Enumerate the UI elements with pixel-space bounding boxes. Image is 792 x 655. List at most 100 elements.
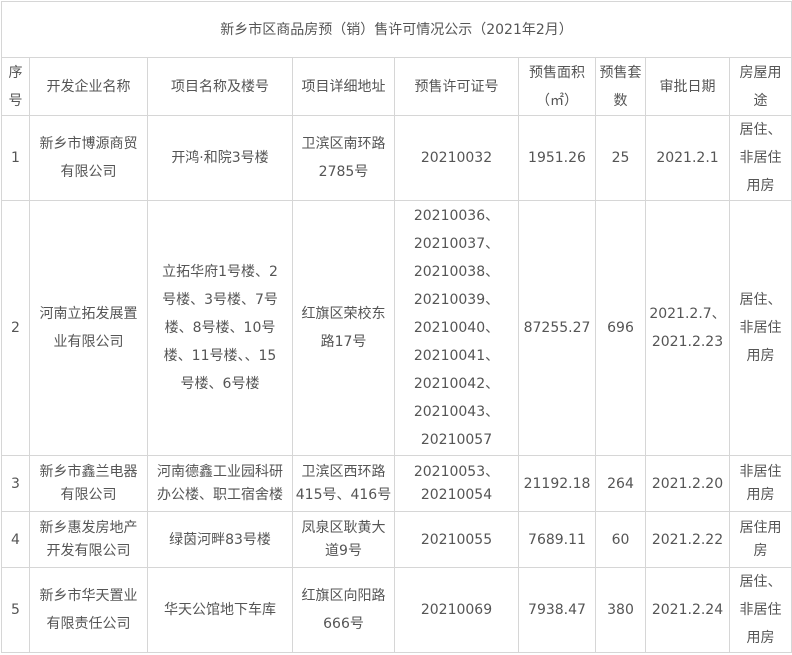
header-area-line: （㎡） <box>536 92 578 109</box>
cell-area: 21192.18 <box>518 455 596 512</box>
cell-line: 666号 <box>323 616 364 632</box>
cell-line: 20210038、 <box>413 264 500 280</box>
cell-line: 非居住 <box>739 150 782 166</box>
header-project: 项目名称及楼号 <box>147 57 293 116</box>
header-address: 项目详细地址 <box>292 57 395 116</box>
header-no-line: 号 <box>8 92 23 109</box>
cell-address: 卫滨区南环路 2785号 <box>292 115 395 201</box>
cell-line: 开鸿·和院3号楼 <box>171 150 269 166</box>
cell-line: 非居住 <box>739 463 782 480</box>
cell-company: 新乡市博源商贸 有限公司 <box>29 115 148 201</box>
cell-project: 华天公馆地下车库 <box>147 567 293 653</box>
cell-line: 立拓华府1号楼、2 <box>162 264 278 280</box>
cell-line: 用房 <box>746 486 775 503</box>
cell-use: 非居住 用房 <box>728 455 792 512</box>
header-units: 预售套 数 <box>595 57 646 116</box>
cell-no: 1 <box>1 115 30 201</box>
cell-line: 20210055 <box>420 531 493 548</box>
cell-line: 非居住 <box>739 320 782 336</box>
cell-line: 红旗区荣校东 <box>301 306 386 322</box>
header-use: 房屋用 途 <box>728 57 792 116</box>
cell-line: 20210057 <box>420 432 493 448</box>
header-area: 预售面积 （㎡） <box>518 57 596 116</box>
cell-line: 20210053、 <box>413 463 500 480</box>
cell-line: 新乡市华天置业 <box>39 588 138 604</box>
cell-line: 有限公司 <box>60 164 117 180</box>
header-units-line: 预售套 <box>599 64 642 81</box>
cell-line: 20210069 <box>420 602 493 618</box>
cell-address: 红旗区向阳路 666号 <box>292 567 395 653</box>
cell-line: 2021.2.7、 <box>649 306 726 322</box>
header-date: 审批日期 <box>645 57 730 116</box>
cell-no: 2 <box>1 200 30 456</box>
cell-line: 20210036、 <box>413 208 500 224</box>
cell-line: 20210054 <box>420 486 493 503</box>
table-row: 5 新乡市华天置业 有限责任公司 华天公馆地下车库 红旗区向阳路 666号 20… <box>1 567 792 653</box>
cell-line: 20210043、 <box>413 404 500 420</box>
header-company: 开发企业名称 <box>29 57 148 116</box>
cell-company: 新乡市鑫兰电器 有限公司 <box>29 455 148 512</box>
cell-line: 用房 <box>746 178 775 194</box>
header-use-line: 房屋用 <box>739 64 782 81</box>
cell-use: 居住、 非居住 用房 <box>728 200 792 456</box>
cell-area: 7689.11 <box>518 511 596 568</box>
cell-project: 绿茵河畔83号楼 <box>147 511 293 568</box>
cell-units: 60 <box>595 511 646 568</box>
cell-units: 264 <box>595 455 646 512</box>
table-row: 3 新乡市鑫兰电器 有限公司 河南德鑫工业园科研 办公楼、职工宿舍楼 卫滨区西环… <box>1 455 792 512</box>
cell-line: 20210041、 <box>413 348 500 364</box>
cell-line: 2021.2.1 <box>656 150 719 166</box>
cell-line: 居住、 <box>739 574 782 590</box>
cell-permit: 20210036、 20210037、 20210038、 20210039、 … <box>394 200 519 456</box>
cell-line: 2021.2.24 <box>651 602 724 618</box>
cell-date: 2021.2.24 <box>645 567 730 653</box>
cell-units: 380 <box>595 567 646 653</box>
cell-permit: 20210032 <box>394 115 519 201</box>
cell-units: 25 <box>595 115 646 201</box>
cell-line: 河南立拓发展置 <box>39 306 138 322</box>
table-row: 2 河南立拓发展置 业有限公司 立拓华府1号楼、2 号楼、3号楼、7号 楼、8号… <box>1 200 792 456</box>
cell-line: 楼、8号楼、10号 <box>164 320 276 336</box>
cell-line: 凤泉区耿黄大 <box>301 519 386 536</box>
cell-company: 新乡市华天置业 有限责任公司 <box>29 567 148 653</box>
cell-date: 2021.2.20 <box>645 455 730 512</box>
header-no-line: 序 <box>8 64 23 81</box>
cell-line: 居住、 <box>739 292 782 308</box>
cell-use: 居住、 非居住 用房 <box>728 567 792 653</box>
cell-line: 20210042、 <box>413 376 500 392</box>
header-no: 序 号 <box>1 57 30 116</box>
cell-line: 20210037、 <box>413 236 500 252</box>
cell-project: 开鸿·和院3号楼 <box>147 115 293 201</box>
cell-line: 新乡市博源商贸 <box>39 136 138 152</box>
cell-line: 2021.2.23 <box>651 334 724 350</box>
cell-date: 2021.2.7、 2021.2.23 <box>645 200 730 456</box>
cell-line: 2021.2.20 <box>651 475 724 492</box>
cell-line: 号楼、3号楼、7号 <box>162 292 278 308</box>
cell-line: 路17号 <box>320 334 367 350</box>
cell-line: 河南德鑫工业园科研 <box>157 463 283 480</box>
cell-line: 卫滨区西环路 <box>301 463 386 480</box>
cell-area: 1951.26 <box>518 115 596 201</box>
cell-use: 居住、 非居住 用房 <box>728 115 792 201</box>
cell-line: 有限责任公司 <box>46 616 131 632</box>
cell-line: 办公楼、职工宿舍楼 <box>157 486 283 503</box>
cell-no: 4 <box>1 511 30 568</box>
page-title: 新乡市区商品房预（销）售许可情况公示（2021年2月） <box>0 1 792 58</box>
cell-line: 开发有限公司 <box>46 542 131 559</box>
cell-company: 河南立拓发展置 业有限公司 <box>29 200 148 456</box>
cell-line: 20210032 <box>420 150 493 166</box>
table-row: 1 新乡市博源商贸 有限公司 开鸿·和院3号楼 卫滨区南环路 2785号 202… <box>1 115 792 201</box>
cell-line: 房 <box>753 542 768 559</box>
cell-line: 2021.2.22 <box>651 531 724 548</box>
cell-no: 5 <box>1 567 30 653</box>
permit-table: 新乡市区商品房预（销）售许可情况公示（2021年2月） 序 号 开发企业名称 项… <box>0 1 792 653</box>
cell-line: 华天公馆地下车库 <box>164 602 276 618</box>
cell-permit: 20210069 <box>394 567 519 653</box>
cell-date: 2021.2.1 <box>645 115 730 201</box>
table-row: 4 新乡惠发房地产 开发有限公司 绿茵河畔83号楼 凤泉区耿黄大 道9号 202… <box>1 511 792 568</box>
cell-line: 2785号 <box>318 164 369 180</box>
cell-line: 20210040、 <box>413 320 500 336</box>
cell-project: 立拓华府1号楼、2 号楼、3号楼、7号 楼、8号楼、10号 楼、11号楼、、15… <box>147 200 293 456</box>
cell-line: 居住用 <box>739 519 782 536</box>
cell-company: 新乡惠发房地产 开发有限公司 <box>29 511 148 568</box>
